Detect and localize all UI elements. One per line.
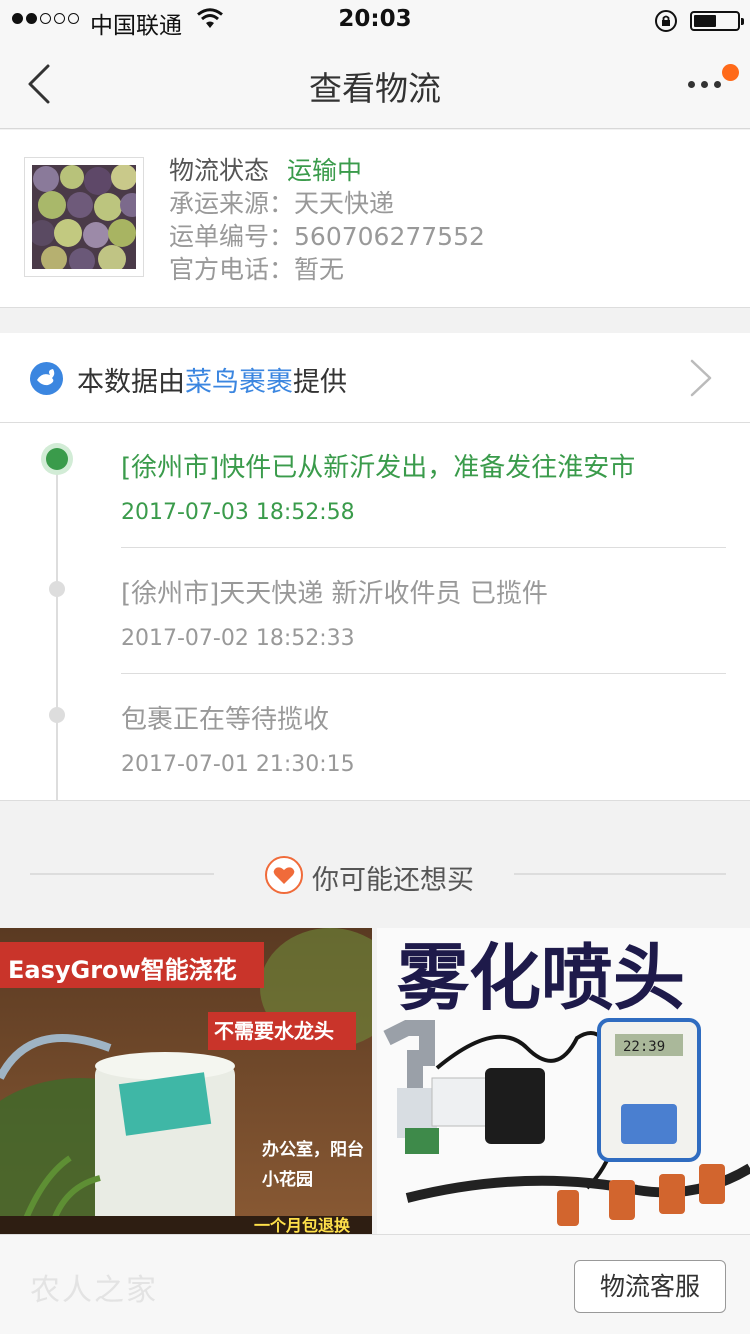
timeline-rail: [56, 459, 58, 801]
orientation-lock-icon: [655, 10, 677, 32]
event-time: 2017-07-02 18:52:33: [121, 626, 355, 651]
data-provider-row[interactable]: 本数据由菜鸟裹裹提供: [0, 333, 750, 423]
product-tag: 不需要水龙头: [214, 1019, 334, 1043]
product-card-watering[interactable]: EasyGrow智能浇花 不需要水龙头 办公室，阳台 小花园 一个月包退换: [0, 928, 372, 1234]
product-headline: 雾化喷头: [397, 935, 685, 1020]
carrier-value: 天天快递: [294, 189, 395, 218]
more-icon[interactable]: [686, 76, 726, 92]
divider: [30, 873, 214, 875]
watermark: 农人之家: [30, 1273, 158, 1308]
carrier-row: 承运来源：天天快递: [169, 187, 485, 220]
event-text: 包裹正在等待揽收: [121, 705, 330, 735]
event-time: 2017-07-03 18:52:58: [121, 500, 355, 525]
phone-label: 官方电话：: [169, 255, 295, 284]
recommend-title: 你可能还想买: [312, 865, 474, 896]
page-title: 查看物流: [309, 69, 441, 108]
tracking-label: 运单编号：: [169, 222, 295, 251]
product-card-mist-nozzle[interactable]: 雾化喷头 22:39: [377, 928, 750, 1234]
product-line1: 办公室，阳台: [262, 1139, 364, 1160]
timer-display: 22:39: [623, 1039, 665, 1055]
phone-value: 暂无: [294, 255, 345, 284]
status-bar: 中国联通 20:03: [0, 0, 750, 40]
timeline-dot: [49, 581, 65, 597]
timeline-event: 包裹正在等待揽收 2017-07-01 21:30:15: [121, 699, 726, 777]
status-value: 运输中: [286, 156, 362, 185]
tracking-row: 运单编号：560706277552: [169, 220, 485, 253]
product-line2: 小花园: [262, 1169, 313, 1190]
battery-icon: [690, 11, 744, 31]
provider-text: 本数据由菜鸟裹裹提供: [77, 360, 347, 399]
product-banner: EasyGrow智能浇花: [8, 956, 237, 984]
event-time: 2017-07-01 21:30:15: [121, 752, 355, 777]
product-footer: 一个月包退换: [254, 1216, 351, 1234]
product-thumbnail[interactable]: [24, 157, 144, 277]
tracking-number[interactable]: 560706277552: [294, 222, 485, 251]
heart-icon: [265, 856, 303, 894]
chevron-right-icon: [690, 359, 712, 397]
timeline-dot: [49, 707, 65, 723]
divider: [121, 547, 726, 548]
provider-name[interactable]: 菜鸟裹裹: [185, 367, 293, 398]
tracking-timeline: [徐州市]快件已从新沂发出，准备发往淮安市 2017-07-03 18:52:5…: [0, 423, 750, 801]
bottom-bar: 农人之家 物流客服: [0, 1234, 750, 1334]
timeline-event: [徐州市]天天快递 新沂收件员 已揽件 2017-07-02 18:52:33: [121, 573, 726, 651]
timeline-event: [徐州市]快件已从新沂发出，准备发往淮安市 2017-07-03 18:52:5…: [121, 447, 726, 525]
logistics-service-button[interactable]: 物流客服: [574, 1260, 726, 1313]
carrier-label: 承运来源：: [169, 189, 295, 218]
clock: 20:03: [338, 6, 412, 32]
figs-image: [32, 165, 136, 269]
phone-row: 官方电话：暂无: [169, 253, 485, 286]
product-image: EasyGrow智能浇花 不需要水龙头 办公室，阳台 小花园 一个月包退换: [0, 928, 372, 1234]
divider: [514, 873, 726, 875]
provider-prefix: 本数据由: [77, 367, 185, 398]
status-label: 物流状态: [169, 156, 270, 185]
cainiao-logo-icon: [30, 362, 63, 395]
product-image: 雾化喷头 22:39: [377, 928, 750, 1234]
notification-dot: [722, 64, 739, 81]
provider-suffix: 提供: [293, 367, 347, 398]
nav-bar: 查看物流: [0, 40, 750, 129]
status-row: 物流状态 运输中: [169, 154, 485, 187]
divider: [121, 673, 726, 674]
event-text: [徐州市]快件已从新沂发出，准备发往淮安市: [121, 453, 636, 483]
shipment-details: 物流状态 运输中 承运来源：天天快递 运单编号：560706277552 官方电…: [169, 154, 485, 286]
timeline-dot-current: [41, 443, 73, 475]
event-text: [徐州市]天天快递 新沂收件员 已揽件: [121, 579, 548, 609]
shipment-info-card: 物流状态 运输中 承运来源：天天快递 运单编号：560706277552 官方电…: [0, 130, 750, 308]
